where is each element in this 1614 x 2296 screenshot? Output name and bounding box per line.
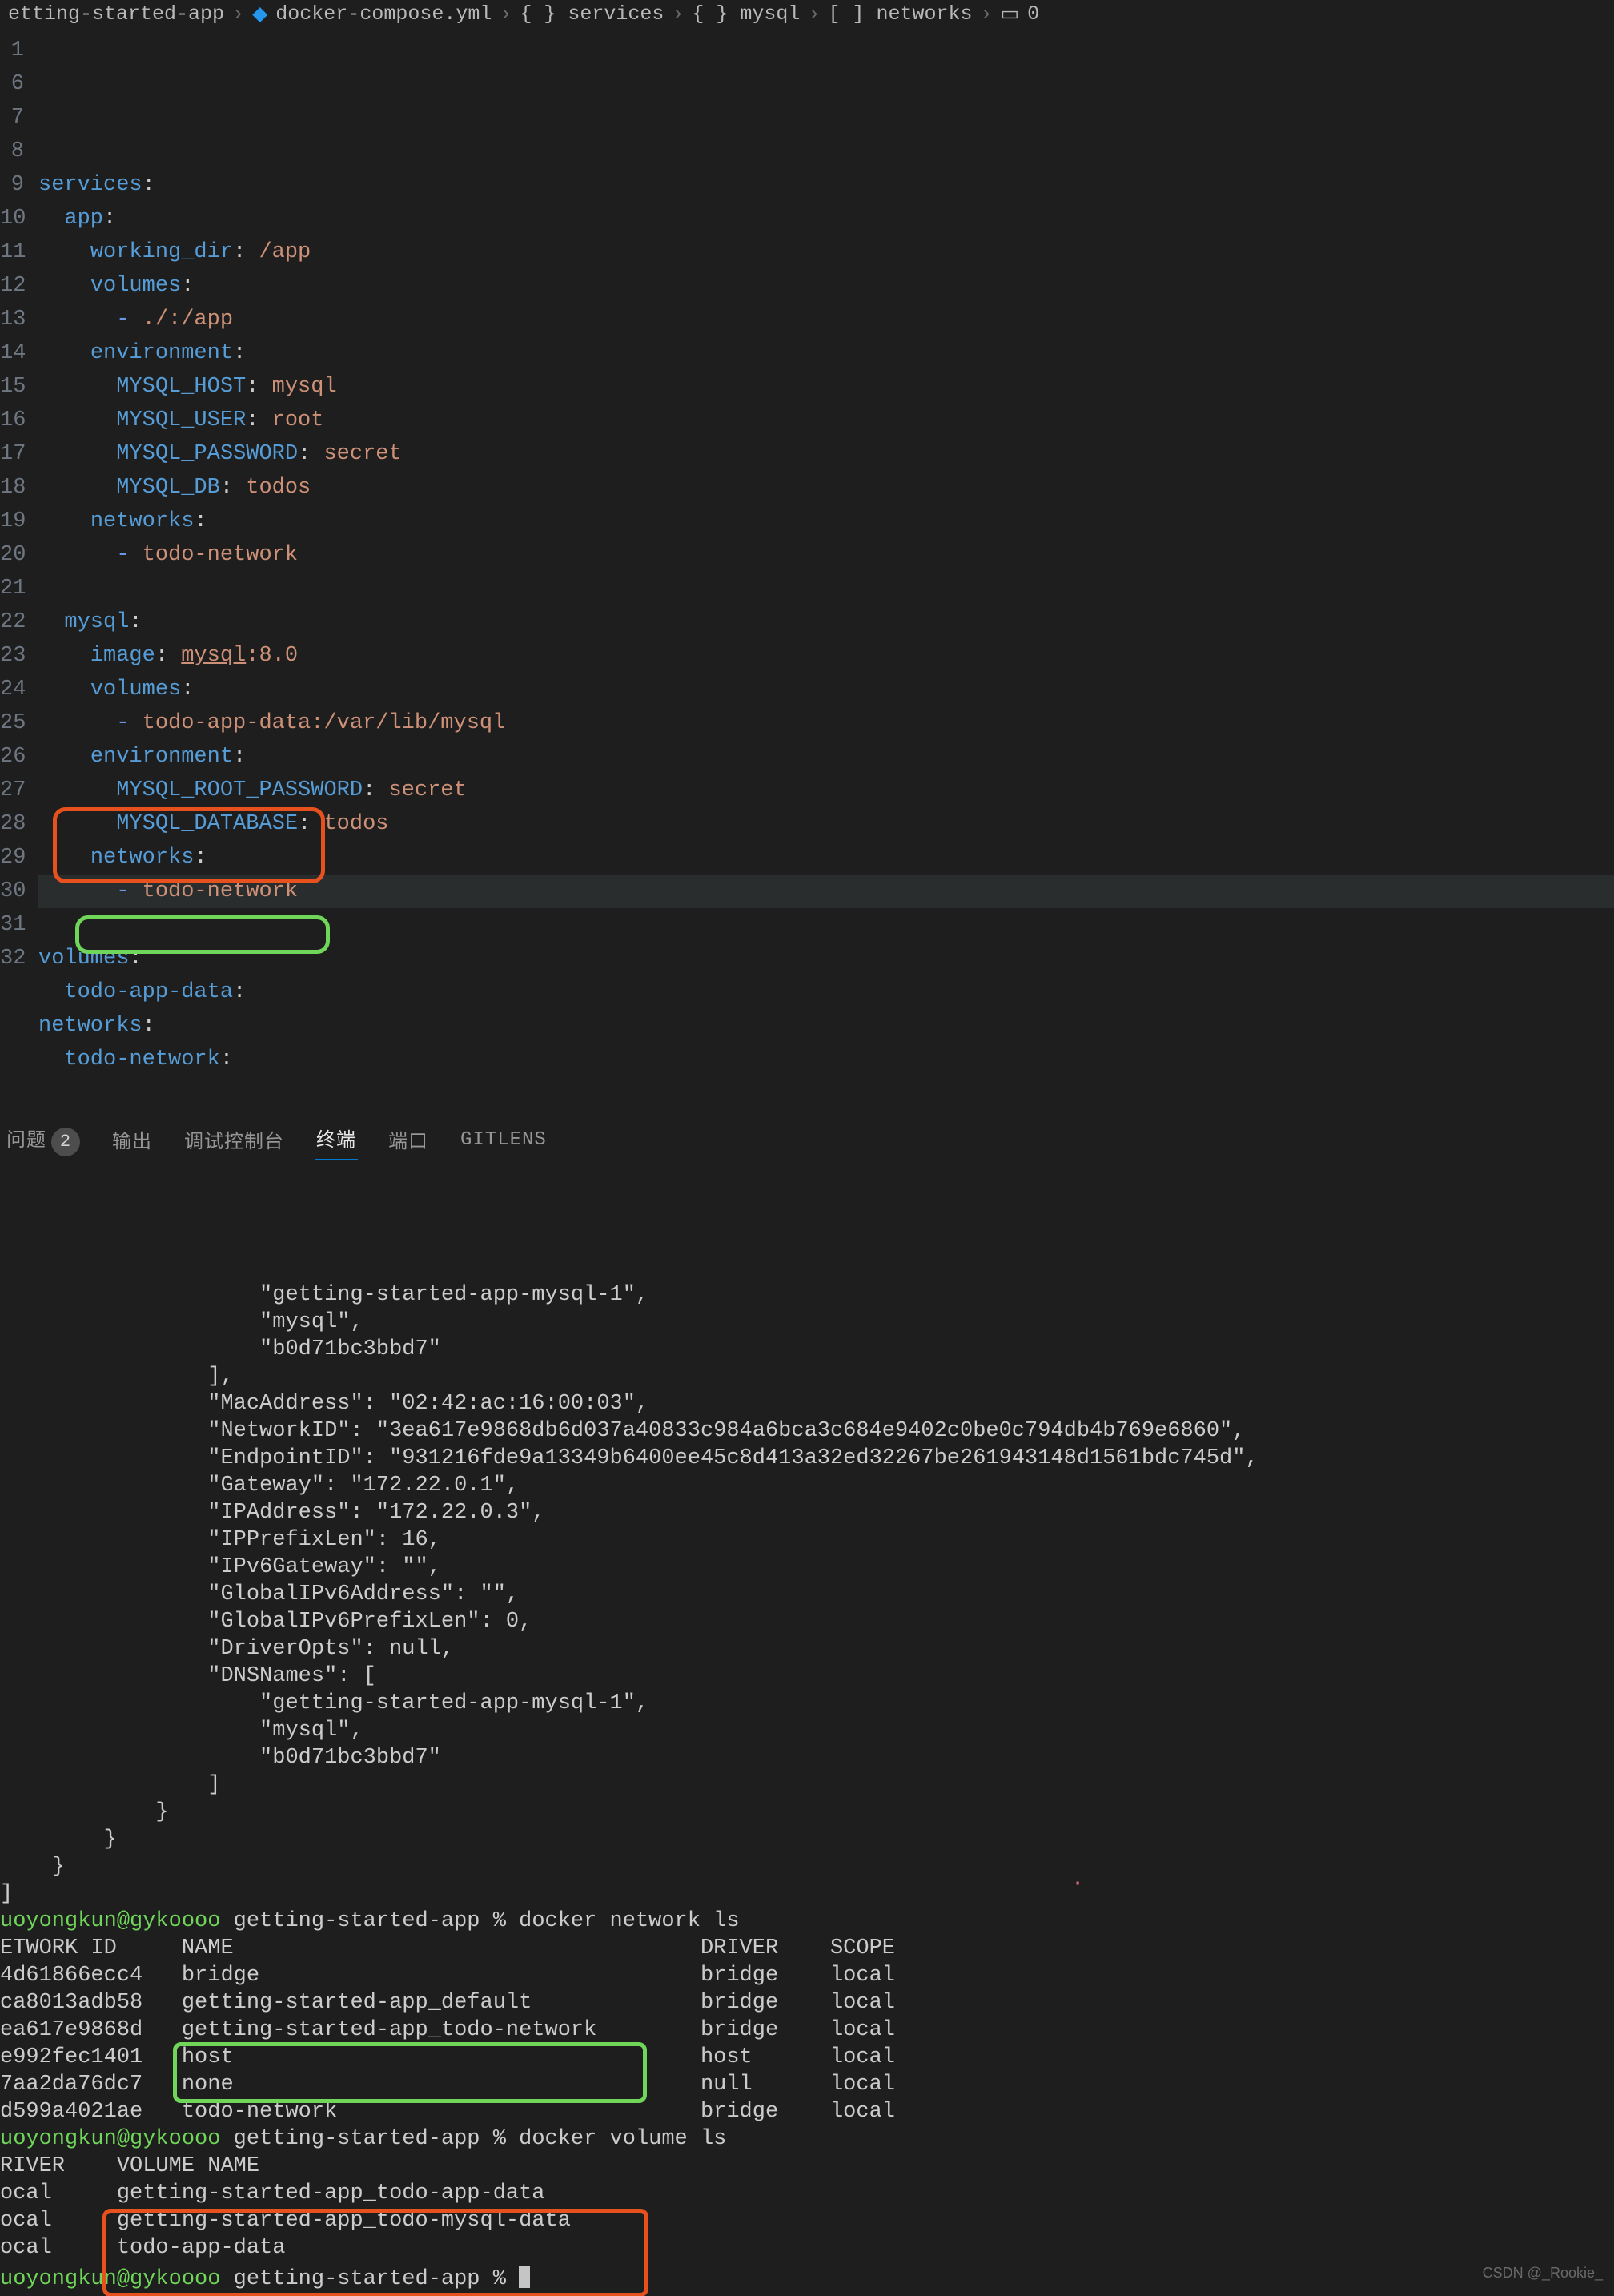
code-line[interactable]: MYSQL_PASSWORD: secret — [38, 437, 1614, 471]
terminal-line: "getting-started-app-mysql-1", — [0, 1690, 1614, 1717]
terminal-line: "IPPrefixLen": 16, — [0, 1526, 1614, 1554]
terminal-line: "Gateway": "172.22.0.1", — [0, 1472, 1614, 1499]
breadcrumb-seg-2[interactable]: { } services — [520, 2, 664, 26]
tab-output[interactable]: 输出 — [110, 1120, 154, 1159]
breadcrumb-seg-0[interactable]: etting-started-app — [8, 2, 224, 26]
problems-badge: 2 — [51, 1128, 80, 1156]
chevron-right-icon: › — [500, 2, 512, 26]
code-line[interactable]: image: mysql:8.0 — [38, 639, 1614, 673]
code-area[interactable]: services: app: working_dir: /app volumes… — [38, 34, 1614, 1110]
code-line[interactable]: MYSQL_USER: root — [38, 404, 1614, 437]
code-line[interactable]: todo-network: — [38, 1043, 1614, 1076]
code-line[interactable]: - todo-network — [38, 538, 1614, 572]
terminal-line: ], — [0, 1363, 1614, 1390]
terminal-line: ea617e9868d getting-started-app_todo-net… — [0, 2017, 1614, 2044]
terminal-line: "GlobalIPv6Address": "", — [0, 1581, 1614, 1608]
annotation-green-network-row — [173, 2042, 647, 2103]
code-line[interactable]: services: — [38, 168, 1614, 202]
annotation-orange-volumes — [53, 807, 325, 883]
array-icon: ▭ — [1001, 2, 1020, 26]
terminal-line: ocal getting-started-app_todo-app-data — [0, 2180, 1614, 2207]
chevron-right-icon: › — [980, 2, 992, 26]
terminal-line: "MacAddress": "02:42:ac:16:00:03", — [0, 1390, 1614, 1417]
tab-terminal[interactable]: 终端 — [315, 1119, 358, 1160]
annotation-orange-volume-rows — [102, 2209, 648, 2296]
breadcrumb-seg-4[interactable]: [ ] networks — [828, 2, 972, 26]
terminal-line: ca8013adb58 getting-started-app_default … — [0, 1989, 1614, 2017]
terminal-line: RIVER VOLUME NAME — [0, 2153, 1614, 2180]
terminal-line: "DriverOpts": null, — [0, 1635, 1614, 1663]
terminal-line: } — [0, 1826, 1614, 1853]
terminal-line: "DNSNames": [ — [0, 1663, 1614, 1690]
code-line[interactable]: environment: — [38, 740, 1614, 774]
tab-problems-label: 问题 — [6, 1131, 46, 1152]
chevron-right-icon: › — [232, 2, 244, 26]
code-line[interactable]: mysql: — [38, 605, 1614, 639]
terminal-line: "NetworkID": "3ea617e9868db6d037a40833c9… — [0, 1417, 1614, 1445]
code-line[interactable]: app: — [38, 202, 1614, 235]
code-line[interactable]: networks: — [38, 505, 1614, 538]
terminal-line: "mysql", — [0, 1309, 1614, 1336]
terminal[interactable]: CSDN @_Rookie_ "getting-started-app-mysq… — [0, 1166, 1614, 2293]
tab-gitlens[interactable]: GITLENS — [459, 1124, 548, 1156]
breadcrumb-seg-3[interactable]: { } mysql — [692, 2, 800, 26]
terminal-line: 4d61866ecc4 bridge bridge local — [0, 1962, 1614, 1989]
chevron-right-icon: › — [672, 2, 684, 26]
modified-dot-icon: · — [1071, 1871, 1084, 1898]
code-line[interactable] — [38, 572, 1614, 605]
watermark: CSDN @_Rookie_ — [1483, 2259, 1603, 2286]
code-line[interactable]: volumes: — [38, 269, 1614, 303]
breadcrumb-seg-1[interactable]: docker-compose.yml — [275, 2, 492, 26]
panel-tabs: 问题2 输出 调试控制台 终端 端口 GITLENS — [0, 1110, 1614, 1166]
terminal-line: ] — [0, 1880, 1614, 1908]
code-line[interactable]: todo-app-data: — [38, 975, 1614, 1009]
annotation-green-network — [75, 915, 330, 954]
code-line[interactable]: MYSQL_DB: todos — [38, 471, 1614, 505]
code-line[interactable] — [38, 1076, 1614, 1110]
terminal-line: } — [0, 1853, 1614, 1880]
terminal-line: } — [0, 1799, 1614, 1826]
code-line[interactable]: environment: — [38, 336, 1614, 370]
breadcrumb[interactable]: etting-started-app › ◆ docker-compose.ym… — [0, 0, 1614, 29]
code-line[interactable]: networks: — [38, 1009, 1614, 1043]
terminal-line: uoyongkun@gykoooo getting-started-app % … — [0, 1908, 1614, 1935]
terminal-cursor — [519, 2266, 530, 2288]
breadcrumb-seg-5[interactable]: 0 — [1027, 2, 1039, 26]
file-icon: ◆ — [252, 2, 267, 26]
terminal-line: ETWORK ID NAME DRIVER SCOPE — [0, 1935, 1614, 1962]
code-line[interactable]: MYSQL_HOST: mysql — [38, 370, 1614, 404]
terminal-line: "mysql", — [0, 1717, 1614, 1744]
line-gutter: 1678910111213141516171819202122232425262… — [0, 34, 38, 1110]
code-line[interactable]: - ./:/app — [38, 303, 1614, 336]
terminal-line: "IPAddress": "172.22.0.3", — [0, 1499, 1614, 1526]
code-line[interactable]: MYSQL_ROOT_PASSWORD: secret — [38, 774, 1614, 807]
terminal-line: "EndpointID": "931216fde9a13349b6400ee45… — [0, 1445, 1614, 1472]
terminal-line: "b0d71bc3bbd7" — [0, 1336, 1614, 1363]
tab-debug-console[interactable]: 调试控制台 — [183, 1120, 286, 1159]
code-line[interactable]: - todo-app-data:/var/lib/mysql — [38, 706, 1614, 740]
terminal-line: "IPv6Gateway": "", — [0, 1554, 1614, 1581]
terminal-line: "GlobalIPv6PrefixLen": 0, — [0, 1608, 1614, 1635]
chevron-right-icon: › — [808, 2, 820, 26]
code-line[interactable]: volumes: — [38, 673, 1614, 706]
code-editor[interactable]: 1678910111213141516171819202122232425262… — [0, 29, 1614, 1110]
terminal-line: "getting-started-app-mysql-1", — [0, 1281, 1614, 1309]
terminal-line: uoyongkun@gykoooo getting-started-app % … — [0, 2125, 1614, 2153]
terminal-line: ] — [0, 1771, 1614, 1799]
terminal-line: "b0d71bc3bbd7" — [0, 1744, 1614, 1771]
code-line[interactable]: working_dir: /app — [38, 235, 1614, 269]
tab-ports[interactable]: 端口 — [387, 1120, 430, 1159]
tab-problems[interactable]: 问题2 — [5, 1119, 82, 1161]
